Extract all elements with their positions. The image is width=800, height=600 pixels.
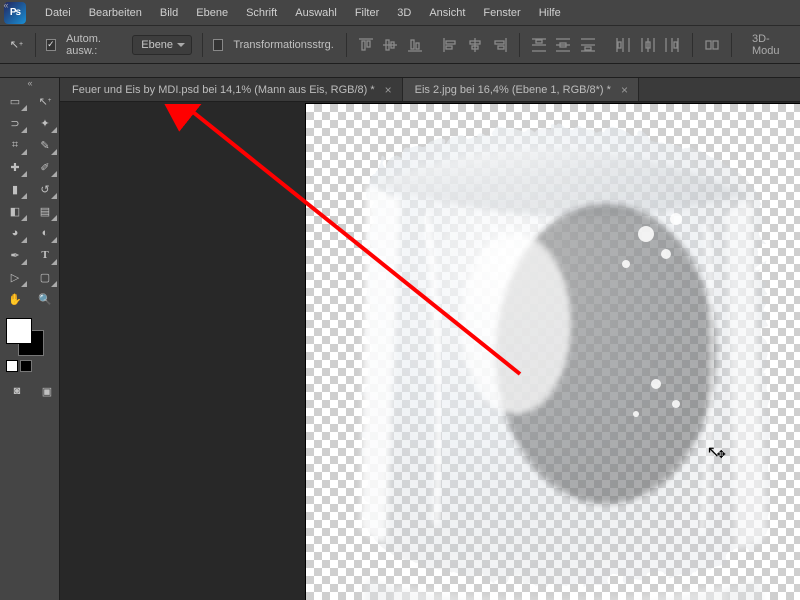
move-tool[interactable]: ↖+ xyxy=(32,90,58,112)
distribute-top-icon[interactable] xyxy=(530,34,549,56)
separator xyxy=(692,33,693,57)
menu-type[interactable]: Schrift xyxy=(237,3,286,23)
eyedropper-tool[interactable]: ✎ xyxy=(32,134,58,156)
distribute-hcenter-icon[interactable] xyxy=(639,34,658,56)
auto-select-checkbox[interactable] xyxy=(46,39,56,51)
brush-tool[interactable]: ✐ xyxy=(32,156,58,178)
align-bottom-icon[interactable] xyxy=(406,34,425,56)
3d-mode-button[interactable]: 3D-Modu xyxy=(742,29,800,61)
options-bar: ↖+ Autom. ausw.: Ebene Transformationsst… xyxy=(0,26,800,64)
rectangle-tool[interactable]: ▢ xyxy=(32,266,58,288)
default-swatches-icon[interactable] xyxy=(6,360,59,372)
history-brush-tool[interactable]: ↺ xyxy=(32,178,58,200)
quick-mask-icon[interactable]: ◙ xyxy=(6,382,28,400)
marquee-tool[interactable]: ▭ xyxy=(2,90,28,112)
blur-tool[interactable]: ◕ xyxy=(2,222,28,244)
tabbar-spacer: « xyxy=(0,64,800,78)
hand-tool[interactable]: ✋ xyxy=(2,288,28,310)
canvas-area: Feuer und Eis by MDI.psd bei 14,1% (Mann… xyxy=(60,78,800,600)
menu-3d[interactable]: 3D xyxy=(388,3,420,23)
close-icon[interactable]: × xyxy=(383,83,394,97)
menu-view[interactable]: Ansicht xyxy=(420,3,474,23)
tab-title: Eis 2.jpg bei 16,4% (Ebene 1, RGB/8*) * xyxy=(415,84,611,96)
menu-help[interactable]: Hilfe xyxy=(530,3,570,23)
align-left-icon[interactable] xyxy=(441,34,460,56)
menu-bar: Ps Datei Bearbeiten Bild Ebene Schrift A… xyxy=(0,0,800,26)
menu-filter[interactable]: Filter xyxy=(346,3,388,23)
crop-tool[interactable]: ⌗ xyxy=(2,134,28,156)
gradient-tool[interactable]: ▤ xyxy=(32,200,58,222)
toolbox-collapse-icon[interactable]: « xyxy=(24,78,36,88)
dodge-tool[interactable]: ◐ xyxy=(32,222,58,244)
menu-window[interactable]: Fenster xyxy=(474,3,529,23)
distribute-bottom-icon[interactable] xyxy=(579,34,598,56)
zoom-tool[interactable]: 🔍 xyxy=(32,288,58,310)
lasso-tool[interactable]: ⊃ xyxy=(2,112,28,134)
align-top-icon[interactable] xyxy=(357,34,376,56)
eraser-tool[interactable]: ◧ xyxy=(2,200,28,222)
separator xyxy=(731,33,732,57)
pen-tool[interactable]: ✒ xyxy=(2,244,28,266)
canvas-content-ice-cube xyxy=(306,104,800,600)
screen-mode-icon[interactable]: ▣ xyxy=(36,382,58,400)
foreground-swatch[interactable] xyxy=(6,318,32,344)
magic-wand-tool[interactable]: ✦ xyxy=(32,112,58,134)
distribute-right-icon[interactable] xyxy=(663,34,682,56)
separator xyxy=(346,33,347,57)
separator xyxy=(519,33,520,57)
align-hcenter-icon[interactable] xyxy=(466,34,485,56)
auto-select-target-dropdown[interactable]: Ebene xyxy=(132,35,192,55)
clone-stamp-tool[interactable]: ▮ xyxy=(2,178,28,200)
document-tab-2[interactable]: Eis 2.jpg bei 16,4% (Ebene 1, RGB/8*) * … xyxy=(403,78,639,101)
auto-align-icon[interactable] xyxy=(703,34,722,56)
toolbox: « ▭ ↖+ ⊃ ✦ ⌗ ✎ ✚ ✐ ▮ ↺ ◧ ▤ ◕ ◐ ✒ T ▷ ▢ ✋… xyxy=(0,78,60,600)
transform-controls-label: Transformationsstrg. xyxy=(233,39,333,51)
menu-layer[interactable]: Ebene xyxy=(187,3,237,23)
type-tool[interactable]: T xyxy=(32,244,58,266)
distribute-left-icon[interactable] xyxy=(614,34,633,56)
collapse-handle-icon[interactable]: « xyxy=(0,0,12,10)
color-swatches[interactable] xyxy=(6,318,46,358)
transform-controls-checkbox[interactable] xyxy=(213,39,223,51)
tab-title: Feuer und Eis by MDI.psd bei 14,1% (Mann… xyxy=(72,84,375,96)
menu-select[interactable]: Auswahl xyxy=(286,3,346,23)
document-tab-1[interactable]: Feuer und Eis by MDI.psd bei 14,1% (Mann… xyxy=(60,78,403,101)
menu-image[interactable]: Bild xyxy=(151,3,187,23)
align-right-icon[interactable] xyxy=(490,34,509,56)
menu-file[interactable]: Datei xyxy=(36,3,80,23)
close-icon[interactable]: × xyxy=(619,83,630,97)
document-canvas[interactable] xyxy=(306,104,800,600)
workspace: « ▭ ↖+ ⊃ ✦ ⌗ ✎ ✚ ✐ ▮ ↺ ◧ ▤ ◕ ◐ ✒ T ▷ ▢ ✋… xyxy=(0,78,800,600)
distribute-vcenter-icon[interactable] xyxy=(554,34,573,56)
path-select-tool[interactable]: ▷ xyxy=(2,266,28,288)
spot-heal-tool[interactable]: ✚ xyxy=(2,156,28,178)
auto-select-label: Autom. ausw.: xyxy=(66,33,124,57)
menu-edit[interactable]: Bearbeiten xyxy=(80,3,151,23)
separator xyxy=(202,33,203,57)
separator xyxy=(35,33,36,57)
align-vcenter-icon[interactable] xyxy=(381,34,400,56)
active-tool-icon[interactable]: ↖+ xyxy=(8,35,25,55)
document-tabs: Feuer und Eis by MDI.psd bei 14,1% (Mann… xyxy=(60,78,800,102)
